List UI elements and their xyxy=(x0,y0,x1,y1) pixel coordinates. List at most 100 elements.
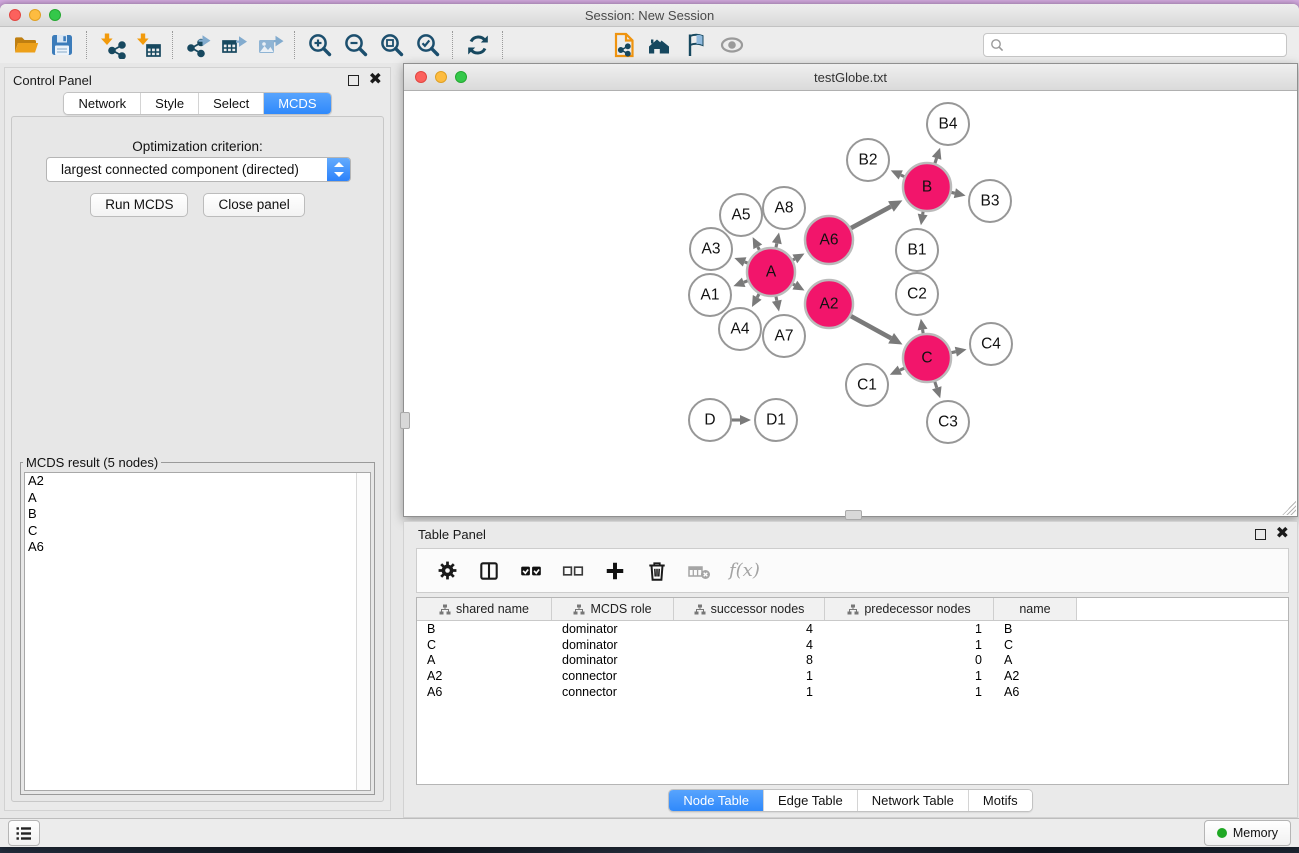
resize-grip[interactable] xyxy=(1282,501,1296,515)
graph-edge-A2-C[interactable] xyxy=(850,316,891,339)
network-close-button[interactable] xyxy=(415,71,427,83)
table-cell[interactable]: dominator xyxy=(552,622,674,636)
close-panel-button[interactable]: Close panel xyxy=(203,193,304,217)
table-cell[interactable]: A2 xyxy=(994,669,1077,683)
bottom-tab-node-table[interactable]: Node Table xyxy=(669,790,763,811)
new-session-button[interactable] xyxy=(606,29,642,61)
table-cell[interactable]: A6 xyxy=(994,685,1077,699)
run-mcds-button[interactable]: Run MCDS xyxy=(90,193,188,217)
table-cell[interactable]: 1 xyxy=(674,669,825,683)
table-cell[interactable]: connector xyxy=(552,685,674,699)
open-file-button[interactable] xyxy=(8,29,44,61)
zoom-window-button[interactable] xyxy=(49,9,61,21)
delete-column-button[interactable] xyxy=(645,559,669,583)
network-view-window[interactable]: testGlobe.txt B4B2BB3A8A5A6A3B1AA1C2A2A4… xyxy=(403,63,1298,517)
app-titlebar[interactable]: Session: New Session xyxy=(0,4,1299,27)
save-session-button[interactable] xyxy=(44,29,80,61)
table-cell[interactable]: 4 xyxy=(674,622,825,636)
zoom-selected-button[interactable] xyxy=(410,29,446,61)
table-row[interactable]: A2connector11A2 xyxy=(417,668,1288,684)
deselect-all-button[interactable] xyxy=(561,559,585,583)
home-button[interactable] xyxy=(642,29,678,61)
table-cell[interactable]: C xyxy=(994,638,1077,652)
refresh-view-button[interactable] xyxy=(460,29,496,61)
bottom-tab-network-table[interactable]: Network Table xyxy=(857,790,968,811)
network-graph[interactable]: B4B2BB3A8A5A6A3B1AA1C2A2A4A7C4CC1C3DD1 xyxy=(404,91,1297,516)
function-builder-button[interactable]: f(x) xyxy=(729,560,760,581)
criterion-select[interactable]: largest connected component (directed) xyxy=(46,157,351,182)
control-tab-mcds[interactable]: MCDS xyxy=(263,93,330,114)
import-network-button[interactable] xyxy=(94,29,130,61)
table-row[interactable]: Bdominator41B xyxy=(417,621,1288,637)
table-cell[interactable]: A2 xyxy=(417,669,552,683)
float-table-panel-icon[interactable] xyxy=(1255,529,1266,540)
splitter-handle-left[interactable] xyxy=(400,412,410,429)
table-cell[interactable]: 0 xyxy=(825,653,994,667)
minimize-window-button[interactable] xyxy=(29,9,41,21)
result-item[interactable]: B xyxy=(25,506,370,523)
bottom-tab-edge-table[interactable]: Edge Table xyxy=(763,790,857,811)
table-cell[interactable]: connector xyxy=(552,669,674,683)
column-header-MCDS-role[interactable]: MCDS role xyxy=(552,598,674,620)
memory-button[interactable]: Memory xyxy=(1204,820,1291,846)
export-network-button[interactable] xyxy=(180,29,216,61)
result-list-scrollbar[interactable] xyxy=(356,473,370,790)
export-table-button[interactable] xyxy=(216,29,252,61)
table-cell[interactable]: B xyxy=(417,622,552,636)
network-window-titlebar[interactable]: testGlobe.txt xyxy=(404,64,1297,91)
table-cell[interactable]: A6 xyxy=(417,685,552,699)
table-cell[interactable]: B xyxy=(994,622,1077,636)
table-settings-button[interactable] xyxy=(435,559,459,583)
table-cell[interactable]: 1 xyxy=(825,622,994,636)
zoom-out-button[interactable] xyxy=(338,29,374,61)
table-cell[interactable]: 4 xyxy=(674,638,825,652)
network-zoom-button[interactable] xyxy=(455,71,467,83)
table-cell[interactable]: 1 xyxy=(825,638,994,652)
table-row[interactable]: Cdominator41C xyxy=(417,637,1288,653)
node-table[interactable]: shared nameMCDS rolesuccessor nodesprede… xyxy=(416,597,1289,785)
table-cell[interactable]: 1 xyxy=(825,669,994,683)
column-header-name[interactable]: name xyxy=(994,598,1077,620)
zoom-in-button[interactable] xyxy=(302,29,338,61)
bottom-tab-motifs[interactable]: Motifs xyxy=(968,790,1032,811)
delete-table-button[interactable] xyxy=(687,559,711,583)
zoom-fit-button[interactable] xyxy=(374,29,410,61)
table-cell[interactable]: 8 xyxy=(674,653,825,667)
show-columns-button[interactable] xyxy=(477,559,501,583)
result-item[interactable]: C xyxy=(25,523,370,540)
result-item[interactable]: A xyxy=(25,490,370,507)
network-minimize-button[interactable] xyxy=(435,71,447,83)
search-input[interactable] xyxy=(1004,35,1286,55)
add-column-button[interactable] xyxy=(603,559,627,583)
result-item[interactable]: A6 xyxy=(25,539,370,556)
control-tab-select[interactable]: Select xyxy=(198,93,263,114)
close-table-panel-icon[interactable]: ✖ xyxy=(1276,529,1289,539)
control-tab-style[interactable]: Style xyxy=(140,93,198,114)
table-cell[interactable]: dominator xyxy=(552,638,674,652)
table-cell[interactable]: A xyxy=(994,653,1077,667)
network-canvas[interactable]: B4B2BB3A8A5A6A3B1AA1C2A2A4A7C4CC1C3DD1 xyxy=(404,91,1297,516)
column-header-predecessor-nodes[interactable]: predecessor nodes xyxy=(825,598,994,620)
export-image-button[interactable] xyxy=(252,29,288,61)
panel-list-button[interactable] xyxy=(8,820,40,846)
table-cell[interactable]: 1 xyxy=(825,685,994,699)
select-all-button[interactable] xyxy=(519,559,543,583)
table-cell[interactable]: C xyxy=(417,638,552,652)
visual-styles-button[interactable] xyxy=(678,29,714,61)
control-tab-network[interactable]: Network xyxy=(64,93,140,114)
table-row[interactable]: Adominator80A xyxy=(417,653,1288,669)
splitter-handle-bottom[interactable] xyxy=(845,510,862,520)
table-cell[interactable]: 1 xyxy=(674,685,825,699)
close-window-button[interactable] xyxy=(9,9,21,21)
column-header-shared-name[interactable]: shared name xyxy=(417,598,552,620)
close-panel-icon[interactable]: ✖ xyxy=(369,75,382,85)
table-cell[interactable]: A xyxy=(417,653,552,667)
import-table-button[interactable] xyxy=(130,29,166,61)
show-hide-panels-button[interactable] xyxy=(714,29,750,61)
float-panel-icon[interactable] xyxy=(348,75,359,86)
column-header-successor-nodes[interactable]: successor nodes xyxy=(674,598,825,620)
graph-edge-A6-B[interactable] xyxy=(850,207,891,229)
search-box[interactable] xyxy=(983,33,1287,57)
mcds-result-list[interactable]: A2ABCA6 xyxy=(24,472,371,791)
table-row[interactable]: A6connector11A6 xyxy=(417,684,1288,700)
